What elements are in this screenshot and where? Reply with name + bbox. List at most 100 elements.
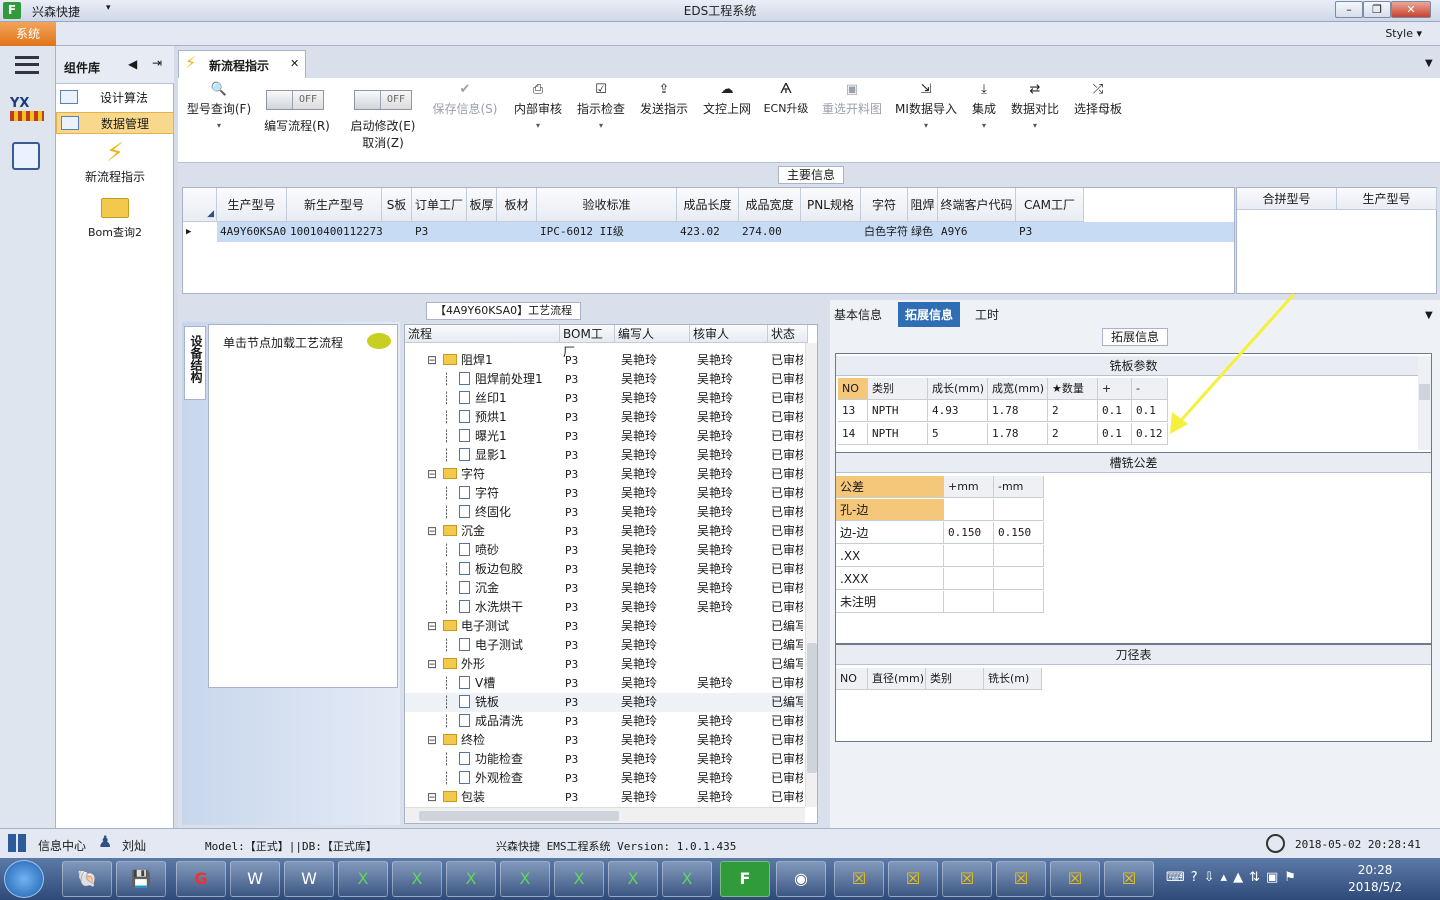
main-info-col-header[interactable]: S板 [382, 188, 412, 222]
mill-cell[interactable]: 0.1 [1098, 400, 1132, 422]
ecn-upgrade-button[interactable]: Ѧ ECN升级 [760, 82, 812, 116]
collapse-left-icon[interactable]: ◀ [128, 57, 137, 71]
system-menu-button[interactable]: 系统 [0, 22, 56, 46]
main-info-col-header[interactable]: CAM工厂 [1016, 188, 1084, 222]
tolerance-cell[interactable]: 0.150 [944, 522, 994, 544]
main-info-col-header[interactable]: 阻焊 [908, 188, 938, 222]
main-info-col-header[interactable]: 新生产型号 [287, 188, 382, 222]
main-info-col-header[interactable]: 订单工厂 [412, 188, 467, 222]
main-info-cell[interactable]: 绿色 [908, 222, 938, 242]
integrate-button[interactable]: ⤓ 集成 ▾ [966, 82, 1002, 131]
main-info-cell[interactable]: 白色字符 [861, 222, 908, 242]
main-info-cell[interactable]: 423.02 [677, 222, 739, 242]
process-node[interactable]: 外形 [443, 655, 559, 674]
main-info-cell[interactable]: 4A9Y60KSA0 [217, 222, 287, 242]
tolerance-cell[interactable]: .XXX [836, 568, 944, 590]
process-node[interactable]: 丝印1 [459, 389, 559, 408]
main-info-cell[interactable]: A9Y6 [938, 222, 1016, 242]
expander-icon[interactable]: ⊟ [427, 617, 437, 636]
process-tree-row[interactable]: ┊ 板边包胶 P3 吴艳玲 吴艳玲 已审核 [405, 560, 817, 579]
tree-vertical-scrollbar[interactable] [805, 343, 817, 807]
tab-new-flow[interactable]: ⚡ 新流程指示 ✕ [178, 50, 306, 78]
process-tree-row[interactable]: ⊟ 电子测试 P3 吴艳玲 已编写 [405, 617, 817, 636]
process-node[interactable]: 字符 [459, 484, 559, 503]
taskbar-red-app-icon[interactable]: G [176, 861, 226, 897]
process-tree-row[interactable]: ┊ 功能检查 P3 吴艳玲 吴艳玲 已审核 [405, 750, 817, 769]
main-info-cell[interactable]: 274.00 [739, 222, 801, 242]
process-node[interactable]: 包装 [443, 788, 559, 807]
main-info-cell[interactable] [467, 222, 497, 242]
process-tree-row[interactable]: ┊ 字符 P3 吴艳玲 吴艳玲 已审核 [405, 484, 817, 503]
process-tree-row[interactable]: ┊ 外观检查 P3 吴艳玲 吴艳玲 已审核 [405, 769, 817, 788]
mill-cell[interactable]: 1.78 [988, 400, 1048, 422]
expander-icon[interactable]: ⊟ [427, 351, 437, 370]
taskbar-excel-icon-5[interactable]: X [554, 861, 604, 897]
main-info-col-header[interactable]: 验收标准 [537, 188, 677, 222]
tab-equipment-structure[interactable]: 设备结构 [184, 326, 206, 400]
cancel-modify-label[interactable]: 取消(Z) [346, 134, 420, 151]
process-node[interactable]: 终固化 [459, 503, 559, 522]
process-tree-row[interactable]: ⊟ 字符 P3 吴艳玲 吴艳玲 已审核 [405, 465, 817, 484]
main-info-col-header[interactable]: 成品长度 [677, 188, 739, 222]
tolerance-cell[interactable] [944, 499, 994, 521]
check-instruction-button[interactable]: ☑ 指示检查 ▾ [573, 82, 629, 131]
process-tree-row[interactable]: ┊ V槽 P3 吴艳玲 吴艳玲 已审核 [405, 674, 817, 693]
tolerance-cell[interactable] [944, 591, 994, 613]
library-item-algorithm[interactable]: 设计算法 [56, 87, 174, 109]
mill-cell[interactable]: 13 [838, 400, 868, 422]
main-info-cell[interactable]: P3 [1016, 222, 1084, 242]
tab-extended-info[interactable]: 拓展信息 [898, 302, 961, 327]
tab-dropdown-icon[interactable]: ▼ [1425, 310, 1433, 321]
hamburger-menu-icon[interactable] [15, 56, 39, 74]
process-tree-row[interactable]: ┊ 阻焊前处理1 P3 吴艳玲 吴艳玲 已审核 [405, 370, 817, 389]
taskbar-globe-icon[interactable]: ◉ [776, 861, 826, 897]
process-node[interactable]: 外观检查 [459, 769, 559, 788]
process-node[interactable]: 电子测试 [443, 617, 559, 636]
minimize-button[interactable]: – [1335, 1, 1363, 18]
model-query-button[interactable]: 🔍 型号查询(F) ▾ [184, 82, 254, 131]
library-new-flow-item[interactable]: ⚡ 新流程指示 [56, 138, 174, 188]
taskbar-excel-icon-6[interactable]: X [608, 861, 658, 897]
close-tab-icon[interactable]: ✕ [290, 57, 299, 70]
main-info-col-header[interactable]: 成品宽度 [739, 188, 801, 222]
tolerance-cell[interactable] [994, 545, 1044, 567]
process-node[interactable]: 功能检查 [459, 750, 559, 769]
taskbar-excel-icon-2[interactable]: X [392, 861, 442, 897]
process-node[interactable]: 预烘1 [459, 408, 559, 427]
main-info-col-header[interactable]: 生产型号 [217, 188, 287, 222]
taskbar-shell-app-icon[interactable]: 🐚 [62, 861, 112, 897]
expander-icon[interactable]: ⊟ [427, 731, 437, 750]
reselect-cutting-chart-button[interactable]: ▣ 重选开料图 [818, 82, 886, 117]
process-tree-row[interactable]: ⊟ 阻焊1 P3 吴艳玲 吴艳玲 已审核 [405, 351, 817, 370]
expander-icon[interactable]: ⊟ [427, 522, 437, 541]
grid-apps-icon[interactable] [8, 834, 28, 852]
main-info-col-header[interactable]: 终端客户代码 [938, 188, 1016, 222]
process-node[interactable]: 沉金 [443, 522, 559, 541]
mill-cell[interactable]: 0.1 [1098, 423, 1132, 445]
process-node[interactable]: 板边包胶 [459, 560, 559, 579]
process-tree-row[interactable]: ┊ 曝光1 P3 吴艳玲 吴艳玲 已审核 [405, 427, 817, 446]
process-tree-row[interactable]: ⊟ 外形 P3 吴艳玲 已编写 [405, 655, 817, 674]
process-node[interactable]: 水洗烘干 [459, 598, 559, 617]
main-info-cell[interactable] [497, 222, 537, 242]
close-button[interactable]: ✕ [1391, 1, 1431, 18]
tolerance-cell[interactable] [994, 499, 1044, 521]
taskbar-window-icon-6[interactable]: ☒ [1104, 861, 1154, 897]
process-node[interactable]: 成品清洗 [459, 712, 559, 731]
process-tree-row[interactable]: ┊ 喷砂 P3 吴艳玲 吴艳玲 已审核 [405, 541, 817, 560]
maximize-button[interactable]: ❐ [1363, 1, 1391, 18]
process-node[interactable]: 电子测试 [459, 636, 559, 655]
start-button[interactable] [4, 860, 44, 898]
expander-icon[interactable]: ⊟ [427, 465, 437, 484]
library-bom-query-item[interactable]: Bom查询2 [56, 198, 174, 242]
taskbar-window-icon[interactable]: ☒ [834, 861, 884, 897]
process-tree-row[interactable]: ⊟ 包装 P3 吴艳玲 吴艳玲 已审核 [405, 788, 817, 807]
process-tree-row[interactable]: ┊ 预烘1 P3 吴艳玲 吴艳玲 已审核 [405, 408, 817, 427]
tolerance-cell[interactable]: 未注明 [836, 591, 944, 613]
process-tree-row[interactable]: ┊ 水洗烘干 P3 吴艳玲 吴艳玲 已审核 [405, 598, 817, 617]
tolerance-cell[interactable] [944, 568, 994, 590]
expander-icon[interactable]: ⊟ [427, 655, 437, 674]
process-tree-row[interactable]: ┊ 电子测试 P3 吴艳玲 已编写 [405, 636, 817, 655]
process-node[interactable]: 显影1 [459, 446, 559, 465]
tab-work-hours[interactable]: 工时 [975, 306, 999, 323]
